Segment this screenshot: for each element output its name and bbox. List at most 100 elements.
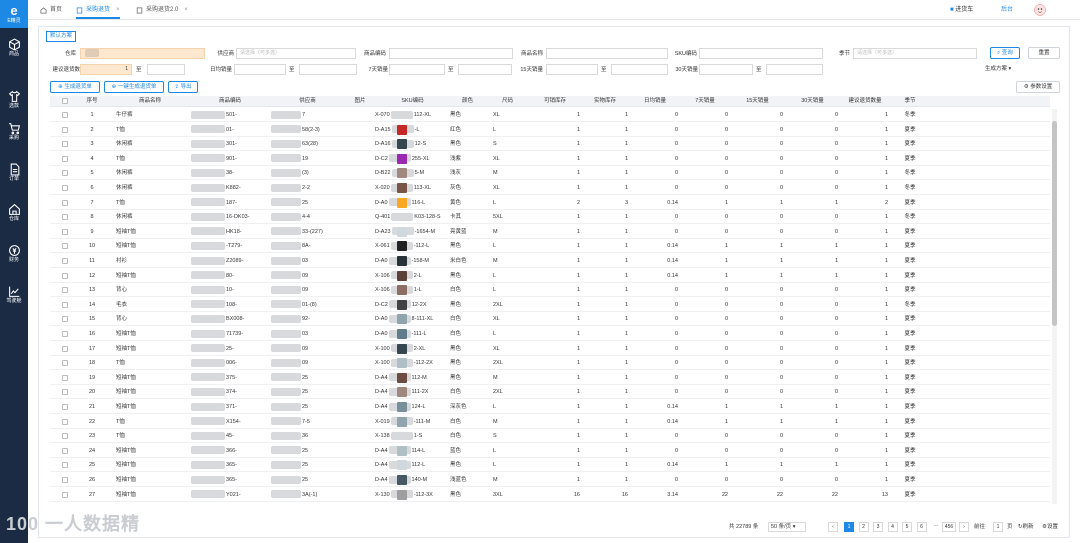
sidebar-item-finance[interactable]: 财务 <box>0 244 28 264</box>
tab-purchase-return[interactable]: 采购退货 × <box>76 3 120 19</box>
product-thumbnail[interactable] <box>397 299 407 310</box>
column-header[interactable]: 日均销量 <box>630 96 680 107</box>
row-checkbox[interactable] <box>62 287 68 294</box>
row-checkbox[interactable] <box>62 272 68 279</box>
table-row[interactable]: 7 T恤 187- 25 D-A0 116-L 黄色 L 2 3 0.14 1 1 1 2 夏季 <box>50 196 1050 210</box>
product-thumbnail[interactable] <box>397 226 407 237</box>
column-header[interactable]: 可销库存 <box>530 96 580 107</box>
column-header[interactable]: 7天销量 <box>680 96 730 107</box>
row-checkbox[interactable] <box>62 418 68 425</box>
param-settings-button[interactable]: ⚙ 参数设置 <box>1016 81 1060 93</box>
row-checkbox[interactable] <box>62 316 68 323</box>
product-thumbnail[interactable] <box>397 416 407 427</box>
product-thumbnail[interactable] <box>397 475 407 485</box>
product-thumbnail[interactable] <box>397 183 407 193</box>
column-header[interactable]: 30天销量 <box>785 96 840 107</box>
table-row[interactable]: 8 休闲裤 16-DK03- 4-4 Q-401 K03-128-S 卡其 5XL 1 1 0 0 0 0… <box>50 210 1050 225</box>
product-thumbnail[interactable] <box>397 445 407 456</box>
table-row[interactable]: 9 短袖T恤 HK18- 33-(227) D-A23 -1654-M 亮黄蓝 M 1 1 0 0 0 0… <box>50 225 1050 239</box>
column-header[interactable]: 供应商 <box>270 96 345 107</box>
row-checkbox[interactable] <box>62 214 68 221</box>
row-checkbox[interactable] <box>62 477 68 483</box>
row-checkbox[interactable] <box>62 462 68 469</box>
table-row[interactable]: 25 短袖T恤 365- 25 D-A4 112-L 黑色 L 1 1 0.14 1 1 1 1 夏季 <box>50 458 1050 473</box>
table-row[interactable]: 10 短袖T恤 -T279- 8A- X-061 -112-L 黑色 L 1 1 0.14 1 1 1 1 夏… <box>50 239 1050 254</box>
column-header[interactable]: 15天销量 <box>730 96 785 107</box>
row-checkbox[interactable] <box>62 258 68 264</box>
sidebar-item-selection[interactable]: 选款 <box>0 90 28 110</box>
column-header[interactable]: 建议退货数量 <box>840 96 890 107</box>
table-row[interactable]: 17 短袖T恤 25- 09 X-100 2-XL 黑色 XL 1 1 0 0 0 0 1 夏季 <box>50 342 1050 356</box>
row-checkbox[interactable] <box>62 345 68 352</box>
row-checkbox[interactable] <box>62 447 68 454</box>
row-checkbox[interactable] <box>62 301 68 308</box>
table-row[interactable]: 2 T恤 01- 58(2-3) D-A15 -L 红色 L 1 1 0 0 0 0 1 夏季 <box>50 123 1050 137</box>
row-checkbox[interactable] <box>62 389 68 396</box>
sales15-max[interactable] <box>611 64 668 75</box>
column-header[interactable]: 商品编码 <box>190 96 270 107</box>
product-thumbnail[interactable] <box>397 168 407 179</box>
one-click-generate-button[interactable]: ⊕ 一键生成退货单 <box>104 81 164 93</box>
product-thumbnail[interactable] <box>397 124 407 135</box>
table-row[interactable]: 27 短袖T恤 Y021- 3A(-1) X-130 -112-3X 黑色 3XL 16 16 3.… <box>50 488 1050 502</box>
product-thumbnail[interactable] <box>397 387 407 398</box>
sidebar-item-orders[interactable]: 订单 <box>0 163 28 183</box>
generate-plan-dropdown[interactable]: 生成方案 ▾ <box>985 64 1025 74</box>
product-thumbnail[interactable] <box>397 256 407 266</box>
page-button[interactable]: 3 <box>873 522 883 532</box>
close-icon[interactable]: × <box>184 3 188 17</box>
product-thumbnail[interactable] <box>397 343 407 354</box>
close-icon[interactable]: × <box>116 3 120 17</box>
scrollbar-thumb[interactable] <box>1052 121 1057 326</box>
row-checkbox[interactable] <box>62 170 68 177</box>
next-page-button[interactable]: › <box>959 522 969 532</box>
warehouse-select[interactable] <box>80 48 205 59</box>
product-thumbnail[interactable] <box>397 241 407 252</box>
page-button[interactable]: 5 <box>902 522 912 532</box>
row-checkbox[interactable] <box>62 155 68 162</box>
table-row[interactable]: 5 休闲裤 38- (3) D-B22 5-M 浅灰 M 1 1 0 0 0 0 1 冬季 <box>50 166 1050 181</box>
product-thumbnail[interactable] <box>397 314 407 325</box>
tab-purchase-return-2[interactable]: 采购退货2.0 × <box>136 3 188 17</box>
suggest-qty-min[interactable]: 1 <box>80 64 132 75</box>
product-thumbnail[interactable] <box>397 197 407 208</box>
product-thumbnail[interactable] <box>397 285 407 296</box>
table-row[interactable]: 14 毛衣 108- 01-(8) D-C2 12-2X 黑色 2XL 1 1 0 0 0 0 1 冬季 <box>50 298 1050 312</box>
row-checkbox[interactable] <box>62 141 68 148</box>
product-thumbnail[interactable] <box>397 460 407 471</box>
scheme-tab-default[interactable]: 默认方案 <box>46 31 76 42</box>
export-button[interactable]: ⇪ 导出 <box>168 81 198 93</box>
product-thumbnail[interactable] <box>397 153 407 164</box>
sales30-min[interactable] <box>699 64 753 75</box>
table-row[interactable]: 12 短袖T恤 80- 09 X-106 2-L 黑色 L 1 1 0.14 1 1 1 1 夏季 <box>50 269 1050 283</box>
row-checkbox[interactable] <box>62 112 68 118</box>
table-row[interactable]: 6 休闲裤 K882- 2-2 X-020 113-XL 灰色 XL 1 1 0 0 0 0 1 冬季 <box>50 181 1050 195</box>
refresh-button[interactable]: ↻刷新 <box>1018 522 1034 532</box>
table-row[interactable]: 19 短袖T恤 375- 25 D-A4 112-M 黑色 M 1 1 0 0 0 0 1 夏季 <box>50 371 1050 385</box>
row-checkbox[interactable] <box>62 374 68 381</box>
product-thumbnail[interactable] <box>397 402 407 412</box>
sidebar-item-warehouse[interactable]: 仓库 <box>0 203 28 223</box>
row-checkbox[interactable] <box>62 404 68 410</box>
sales7-min[interactable] <box>389 64 445 75</box>
row-checkbox[interactable] <box>62 185 68 191</box>
table-row[interactable]: 15 背心 BX008- 92- D-A0 8-111-XL 白色 XL 1 1 0 0 0 0 1 夏季 <box>50 312 1050 327</box>
product-code-input[interactable] <box>389 48 513 59</box>
admin-link[interactable]: 后台 <box>1001 4 1013 16</box>
row-checkbox[interactable] <box>62 360 68 367</box>
row-checkbox[interactable] <box>62 243 68 250</box>
table-row[interactable]: 21 短袖T恤 371- 25 D-A4 124-L 深灰色 L 1 1 0.14 1 1 1 1 夏季 <box>50 400 1050 414</box>
page-ellipsis[interactable]: ··· <box>931 522 941 532</box>
page-button[interactable]: 4 <box>887 522 898 532</box>
table-row[interactable]: 4 T恤 901- 19 D-C2 255-XL 浅紫 XL 1 1 0 0 0 0 1 夏季 <box>50 152 1050 166</box>
daily-sales-max[interactable] <box>299 64 357 75</box>
column-header[interactable]: 季节 <box>890 96 930 107</box>
season-select[interactable]: 请选择（可多选） <box>853 48 977 59</box>
table-row[interactable]: 13 背心 10- 09 X-106 1-L 白色 L 1 1 0 0 0 0 1 夏季 <box>50 283 1050 298</box>
column-header[interactable]: 序号 <box>82 96 102 107</box>
sales15-min[interactable] <box>546 64 598 75</box>
page-button[interactable]: 6 <box>916 522 927 532</box>
vertical-scrollbar[interactable] <box>1052 109 1057 504</box>
table-row[interactable]: 1 牛仔裤 501- 7 X-070 112-XL 黑色 XL 1 1 0 0 0 0 1 冬季 <box>50 108 1050 122</box>
product-name-input[interactable] <box>546 48 668 59</box>
